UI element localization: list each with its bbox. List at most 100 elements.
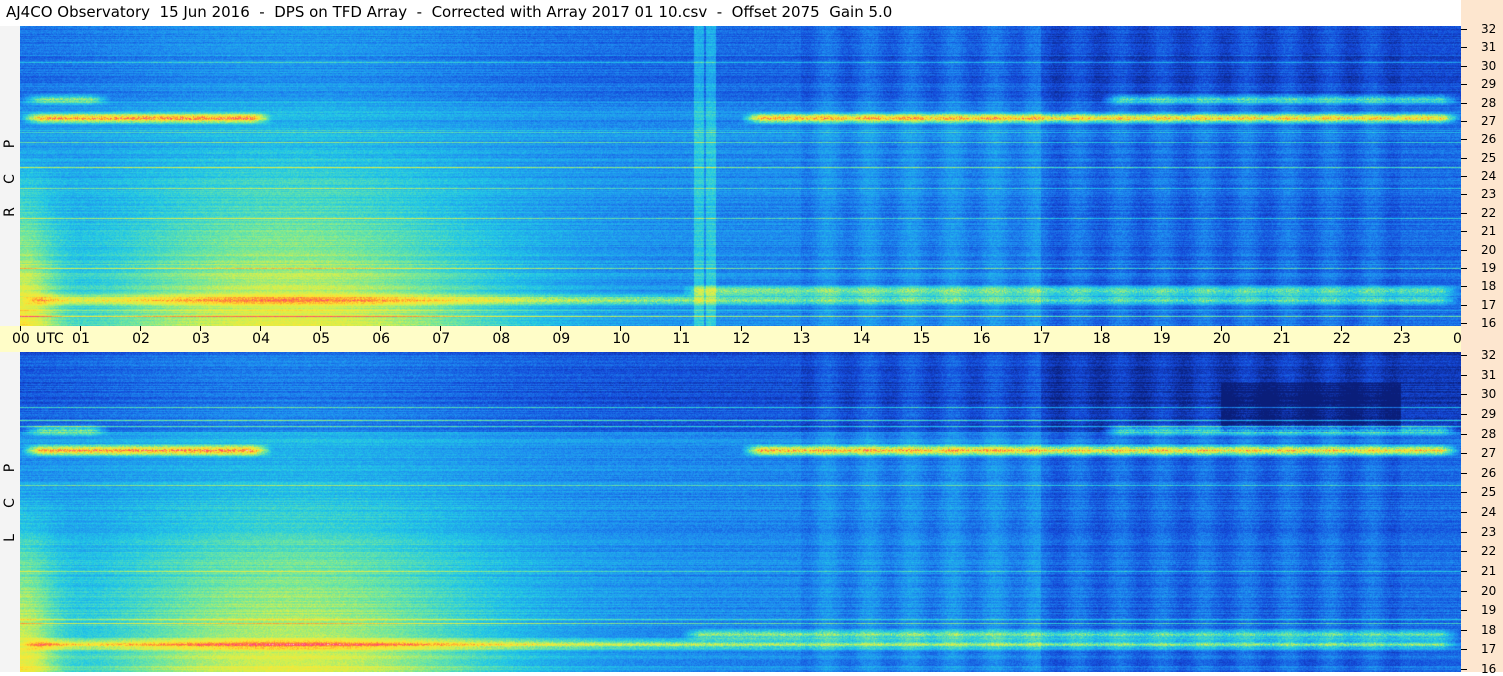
lcp-label-strip: P C L [0, 352, 20, 672]
mhz-tick-mark [1461, 531, 1467, 533]
mhz-tick-mark [1461, 394, 1467, 396]
utc-tick-label: 07 [432, 331, 451, 347]
mhz-tick-mark [1461, 65, 1467, 67]
mhz-tick-label: 19 [1481, 260, 1497, 275]
mhz-tick-label: 24 [1481, 169, 1497, 183]
utc-tick-label: 16 [972, 331, 991, 347]
mhz-tick-mark [1461, 433, 1467, 435]
mhz-tick-mark [1461, 374, 1467, 376]
utc-tick-label: 15 [912, 331, 931, 347]
mhz-tick-label: 18 [1481, 279, 1497, 294]
utc-tick-label: 14 [852, 331, 871, 347]
mhz-tick-label: 26 [1481, 132, 1497, 147]
mhz-tick-label: 32 [1481, 22, 1497, 36]
mhz-tick-mark [1461, 102, 1467, 104]
mhz-tick-label: 27 [1481, 446, 1497, 461]
utc-tick-label: 13 [792, 331, 811, 347]
mhz-tick-label: 28 [1481, 95, 1497, 110]
utc-tick-label: 00 [12, 331, 30, 347]
mhz-tick-label: 22 [1481, 544, 1497, 559]
mhz-tick-mark [1461, 570, 1467, 572]
rcp-spectrogram [20, 26, 1461, 326]
mhz-tick-mark [1461, 629, 1467, 631]
utc-time-axis: 00 01 02 03 04 05 06 07 08 09 10 11 12 13 14 15 16 17 18 19… [0, 326, 1499, 352]
utc-tick-label: 08 [492, 331, 511, 347]
chart-title: AJ4CO Observatory 15 Jun 2016 - DPS on T… [6, 3, 893, 21]
rcp-letter-p: P [2, 139, 18, 149]
mhz-tick-label: 31 [1481, 367, 1497, 382]
utc-tick-label: 22 [1332, 331, 1351, 347]
mhz-tick-mark [1461, 304, 1467, 306]
mhz-tick-label: 20 [1481, 583, 1497, 598]
utc-tick-label: 18 [1092, 331, 1111, 347]
mhz-tick-label: 23 [1481, 187, 1497, 202]
mhz-tick-mark [1461, 231, 1467, 233]
mhz-tick-mark [1461, 157, 1467, 159]
mhz-tick-label: 29 [1481, 406, 1497, 421]
mhz-tick-mark [1461, 512, 1467, 513]
mhz-tick-mark [1461, 472, 1467, 474]
mhz-tick-mark [1461, 610, 1467, 612]
mhz-tick-label: 21 [1481, 224, 1497, 239]
utc-tick-label: 02 [132, 331, 150, 347]
mhz-tick-label: 25 [1481, 485, 1497, 500]
rcp-label-strip: P C R [0, 26, 20, 326]
utc-tick-label: 01 [72, 331, 90, 347]
mhz-tick-label: 17 [1481, 297, 1497, 312]
mhz-tick-label: 28 [1481, 426, 1497, 441]
utc-tick-label: 11 [672, 331, 691, 347]
mhz-tick-label: 16 [1481, 662, 1497, 676]
mhz-tick-label: 19 [1481, 603, 1497, 618]
mhz-tick-mark [1461, 267, 1467, 269]
utc-tick-label: 09 [552, 331, 571, 347]
mhz-tick-label: 23 [1481, 524, 1497, 539]
rcp-letter-r: R [2, 207, 18, 217]
utc-unit-label: UTC [36, 331, 64, 347]
mhz-tick-label: 20 [1481, 242, 1497, 257]
utc-tick-label: 04 [252, 331, 270, 347]
mhz-axis: 32 31 30 29 28 27 26 25 24 23 22 21 20 19 18 17 16 32 31 30… [1461, 0, 1503, 676]
mhz-tick-mark [1461, 120, 1467, 122]
lcp-letter-c: C [2, 498, 18, 508]
mhz-tick-mark [1461, 249, 1467, 251]
rcp-letter-c: C [2, 174, 18, 184]
utc-tick-label: 17 [1032, 331, 1051, 347]
mhz-tick-mark [1461, 649, 1467, 651]
mhz-tick-label: 29 [1481, 77, 1497, 92]
utc-tick-label: 20 [1212, 331, 1231, 347]
mhz-tick-mark [1461, 29, 1467, 30]
mhz-tick-mark [1461, 194, 1467, 196]
mhz-tick-mark [1461, 453, 1467, 455]
mhz-tick-label: 24 [1481, 505, 1497, 519]
utc-tick-label: 21 [1272, 331, 1291, 347]
mhz-tick-label: 30 [1481, 387, 1497, 402]
mhz-tick-label: 32 [1481, 348, 1497, 362]
mhz-tick-mark [1461, 590, 1467, 592]
mhz-tick-label: 31 [1481, 40, 1497, 55]
title-bar: AJ4CO Observatory 15 Jun 2016 - DPS on T… [0, 0, 1461, 26]
utc-tick-label: 23 [1392, 331, 1411, 347]
mhz-tick-label: 17 [1481, 642, 1497, 657]
mhz-tick-mark [1461, 669, 1467, 670]
mhz-tick-label: 30 [1481, 58, 1497, 73]
utc-tick-label: 10 [612, 331, 631, 347]
mhz-tick-mark [1461, 413, 1467, 415]
mhz-tick-mark [1461, 492, 1467, 494]
lcp-letter-p: P [2, 463, 18, 473]
mhz-tick-label: 26 [1481, 465, 1497, 480]
utc-tick-label: 03 [192, 331, 210, 347]
utc-tick-label: 19 [1152, 331, 1171, 347]
lcp-letter-l: L [2, 534, 18, 542]
mhz-tick-mark [1461, 84, 1467, 86]
utc-tick-label: 06 [372, 331, 391, 347]
mhz-tick-mark [1461, 212, 1467, 214]
utc-tick-label: 12 [732, 331, 751, 347]
mhz-tick-mark [1461, 286, 1467, 288]
utc-tick-label: 05 [312, 331, 331, 347]
mhz-tick-label: 21 [1481, 563, 1497, 578]
mhz-tick-label: 25 [1481, 150, 1497, 165]
mhz-tick-mark [1461, 176, 1467, 177]
mhz-tick-label: 22 [1481, 205, 1497, 220]
lcp-spectrogram [20, 352, 1461, 672]
mhz-tick-mark [1461, 323, 1467, 324]
